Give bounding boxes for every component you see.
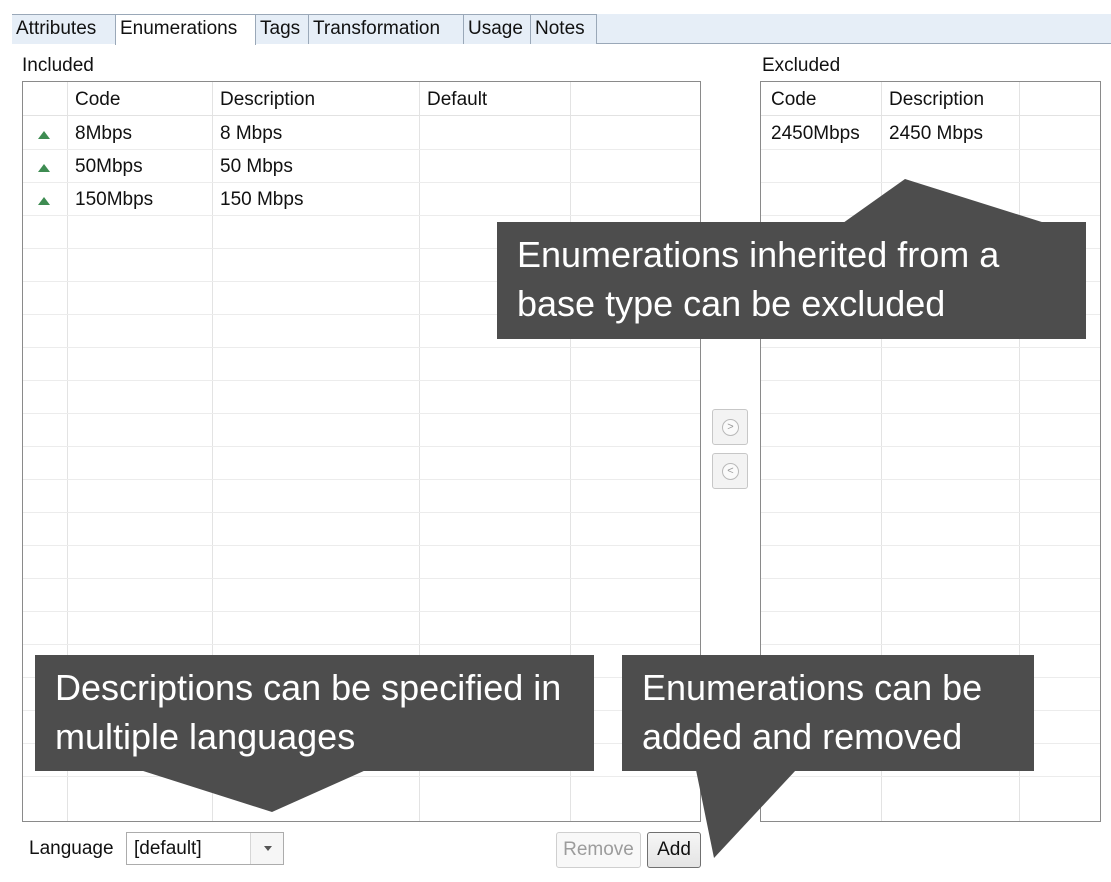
chevron-down-icon — [264, 846, 272, 851]
callout-languages: Descriptions can be specified in multipl… — [35, 655, 594, 771]
tab-strip: Attributes Enumerations Tags Transformat… — [12, 14, 1111, 45]
excluded-label: Excluded — [762, 55, 841, 76]
tab-usage[interactable]: Usage — [464, 14, 531, 44]
language-value: [default] — [134, 838, 202, 859]
tab-transformation[interactable]: Transformation — [309, 14, 464, 44]
callout-pointer — [696, 770, 796, 858]
callout-add-remove: Enumerations can be added and removed — [622, 655, 1034, 771]
exclude-button[interactable]: > — [712, 409, 748, 445]
table-row[interactable]: 150Mbps 150 Mbps — [23, 183, 700, 216]
cell-code: 50Mbps — [75, 156, 143, 177]
callout-pointer — [140, 770, 366, 812]
column-header-description[interactable]: Description — [213, 82, 315, 116]
included-table-header: Code Description Default — [23, 82, 700, 116]
tab-attributes[interactable]: Attributes — [12, 14, 116, 44]
column-header-code[interactable]: Code — [764, 82, 816, 116]
cell-code: 8Mbps — [75, 123, 133, 144]
language-select[interactable]: [default] — [126, 832, 284, 865]
excluded-table-header: Code Description — [761, 82, 1100, 116]
tab-tags[interactable]: Tags — [256, 14, 309, 44]
cell-code: 2450Mbps — [771, 123, 860, 144]
move-left-icon: < — [722, 463, 739, 480]
column-header-code[interactable]: Code — [68, 82, 120, 116]
column-header-description[interactable]: Description — [882, 82, 984, 116]
table-row[interactable]: 2450Mbps 2450 Mbps — [761, 117, 1100, 150]
tab-notes[interactable]: Notes — [531, 14, 597, 44]
included-label: Included — [22, 55, 94, 76]
table-row[interactable]: 50Mbps 50 Mbps — [23, 150, 700, 183]
table-row[interactable]: 8Mbps 8 Mbps — [23, 117, 700, 150]
cell-description: 8 Mbps — [220, 123, 283, 144]
tab-enumerations[interactable]: Enumerations — [115, 14, 256, 45]
callout-inherited: Enumerations inherited from a base type … — [497, 222, 1086, 339]
callout-pointer — [843, 179, 1045, 223]
add-button[interactable]: Add — [647, 832, 701, 868]
inherited-triangle-icon — [38, 164, 50, 172]
cell-description: 50 Mbps — [220, 156, 293, 177]
dropdown-button[interactable] — [250, 833, 283, 864]
language-label: Language — [29, 838, 114, 859]
include-button[interactable]: < — [712, 453, 748, 489]
inherited-triangle-icon — [38, 131, 50, 139]
remove-button[interactable]: Remove — [556, 832, 641, 868]
cell-description: 150 Mbps — [220, 189, 304, 210]
column-header-default[interactable]: Default — [420, 82, 487, 116]
cell-code: 150Mbps — [75, 189, 154, 210]
move-right-icon: > — [722, 419, 739, 436]
inherited-triangle-icon — [38, 197, 50, 205]
cell-description: 2450 Mbps — [889, 123, 984, 144]
